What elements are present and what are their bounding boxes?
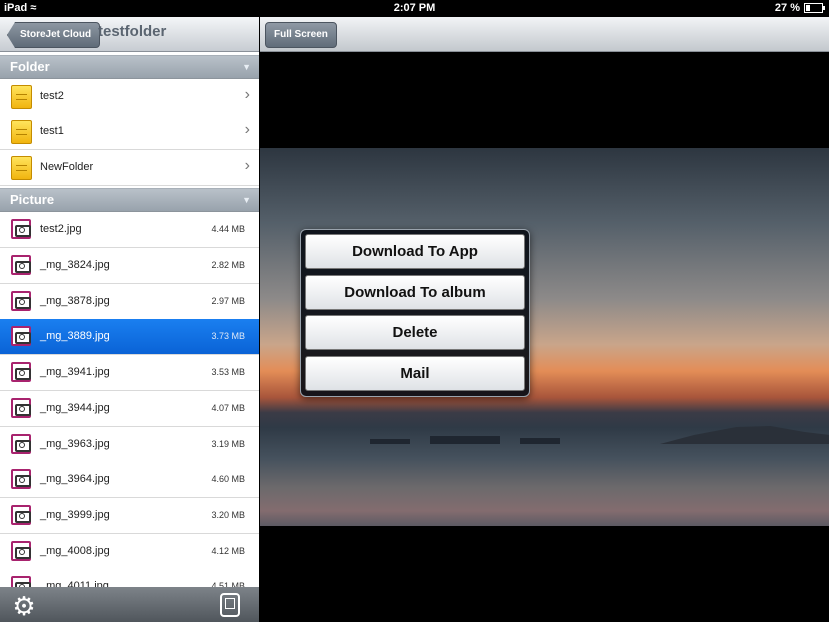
gear-icon[interactable]: ⚙: [10, 592, 38, 620]
picture-icon: [11, 362, 31, 382]
chevron-right-icon: ›: [244, 121, 250, 138]
folder-icon: [11, 120, 32, 144]
picture-row[interactable]: _mg_3824.jpg 2.82 MB: [0, 248, 259, 284]
back-button[interactable]: StoreJet Cloud: [7, 22, 101, 48]
picture-name: _mg_3824.jpg: [40, 259, 110, 271]
island-silhouette: [660, 426, 829, 444]
picture-row[interactable]: _mg_3964.jpg 4.60 MB: [0, 462, 259, 498]
folder-title: testfolder: [98, 23, 167, 40]
picture-row[interactable]: test2.jpg 4.44 MB: [0, 212, 259, 248]
picture-icon: [11, 255, 31, 275]
picture-size: 4.60 MB: [211, 474, 245, 484]
picture-header-label: Picture: [10, 192, 55, 207]
folder-section-header[interactable]: Folder ▼: [0, 55, 259, 79]
picture-name: _mg_3878.jpg: [40, 295, 110, 307]
picture-row[interactable]: _mg_3941.jpg 3.53 MB: [0, 355, 259, 391]
picture-section-header[interactable]: Picture ▼: [0, 188, 259, 212]
picture-size: 4.07 MB: [211, 403, 245, 413]
picture-size: 3.20 MB: [211, 510, 245, 520]
picture-icon: [11, 505, 31, 525]
folder-name: NewFolder: [40, 161, 94, 173]
mail-button[interactable]: Mail: [305, 356, 525, 391]
tablet-icon[interactable]: [220, 593, 240, 617]
folder-name: test1: [40, 125, 64, 137]
picture-icon: [11, 326, 31, 346]
picture-size: 4.44 MB: [211, 224, 245, 234]
picture-size: 2.82 MB: [211, 260, 245, 270]
picture-size: 3.53 MB: [211, 367, 245, 377]
picture-name: _mg_3889.jpg: [40, 330, 110, 342]
folder-name: test2: [40, 90, 64, 102]
status-battery: 27 %: [774, 2, 825, 14]
collapse-icon: ▼: [242, 62, 251, 72]
picture-size: 4.12 MB: [211, 546, 245, 556]
picture-icon: [11, 541, 31, 561]
file-browser-panel: StoreJet Cloud testfolder Folder ▼ test2…: [0, 17, 259, 622]
download-to-album-button[interactable]: Download To album: [305, 275, 525, 310]
bottom-toolbar: ⚙: [0, 587, 259, 622]
picture-name: _mg_3964.jpg: [40, 473, 110, 485]
picture-row[interactable]: _mg_4008.jpg 4.12 MB: [0, 534, 259, 570]
picture-size: 2.97 MB: [211, 296, 245, 306]
status-time: 2:07 PM: [393, 2, 436, 14]
picture-name: _mg_3999.jpg: [40, 509, 110, 521]
status-bar: iPad ≈ 2:07 PM 27 %: [0, 0, 829, 17]
picture-row[interactable]: _mg_3944.jpg 4.07 MB: [0, 391, 259, 427]
picture-name: _mg_3944.jpg: [40, 402, 110, 414]
picture-name: _mg_4008.jpg: [40, 545, 110, 557]
picture-size: 3.73 MB: [211, 331, 245, 341]
preview-panel: Full Screen Download To App Download To …: [260, 17, 829, 622]
battery-fill: [806, 5, 811, 11]
folder-row[interactable]: NewFolder ›: [0, 150, 259, 186]
picture-icon: [11, 398, 31, 418]
picture-row[interactable]: _mg_3963.jpg 3.19 MB: [0, 427, 259, 463]
full-screen-button[interactable]: Full Screen: [265, 22, 337, 48]
battery-percent: 27 %: [774, 2, 800, 14]
battery-icon: [804, 3, 825, 13]
folder-row[interactable]: test1 ›: [0, 114, 259, 150]
folder-row[interactable]: test2 ›: [0, 79, 259, 115]
collapse-icon: ▼: [242, 195, 251, 205]
picture-size: 3.19 MB: [211, 439, 245, 449]
action-popup: Download To App Download To album Delete…: [300, 229, 530, 397]
folder-icon: [11, 85, 32, 109]
picture-name: _mg_3963.jpg: [40, 438, 110, 450]
delete-button[interactable]: Delete: [305, 315, 525, 350]
picture-row[interactable]: _mg_3878.jpg 2.97 MB: [0, 284, 259, 320]
left-navbar: StoreJet Cloud testfolder: [0, 17, 259, 52]
picture-name: _mg_3941.jpg: [40, 366, 110, 378]
ships-silhouette: [370, 434, 560, 444]
download-to-app-button[interactable]: Download To App: [305, 234, 525, 269]
right-navbar: Full Screen: [260, 17, 829, 52]
picture-row-selected[interactable]: _mg_3889.jpg 3.73 MB: [0, 319, 259, 355]
picture-row[interactable]: _mg_3999.jpg 3.20 MB: [0, 498, 259, 534]
chevron-right-icon: ›: [244, 157, 250, 174]
picture-icon: [11, 434, 31, 454]
picture-icon: [11, 291, 31, 311]
picture-name: test2.jpg: [40, 223, 82, 235]
picture-icon: [11, 219, 31, 239]
folder-header-label: Folder: [10, 59, 50, 74]
chevron-right-icon: ›: [244, 86, 250, 103]
picture-icon: [11, 469, 31, 489]
folder-icon: [11, 156, 32, 180]
